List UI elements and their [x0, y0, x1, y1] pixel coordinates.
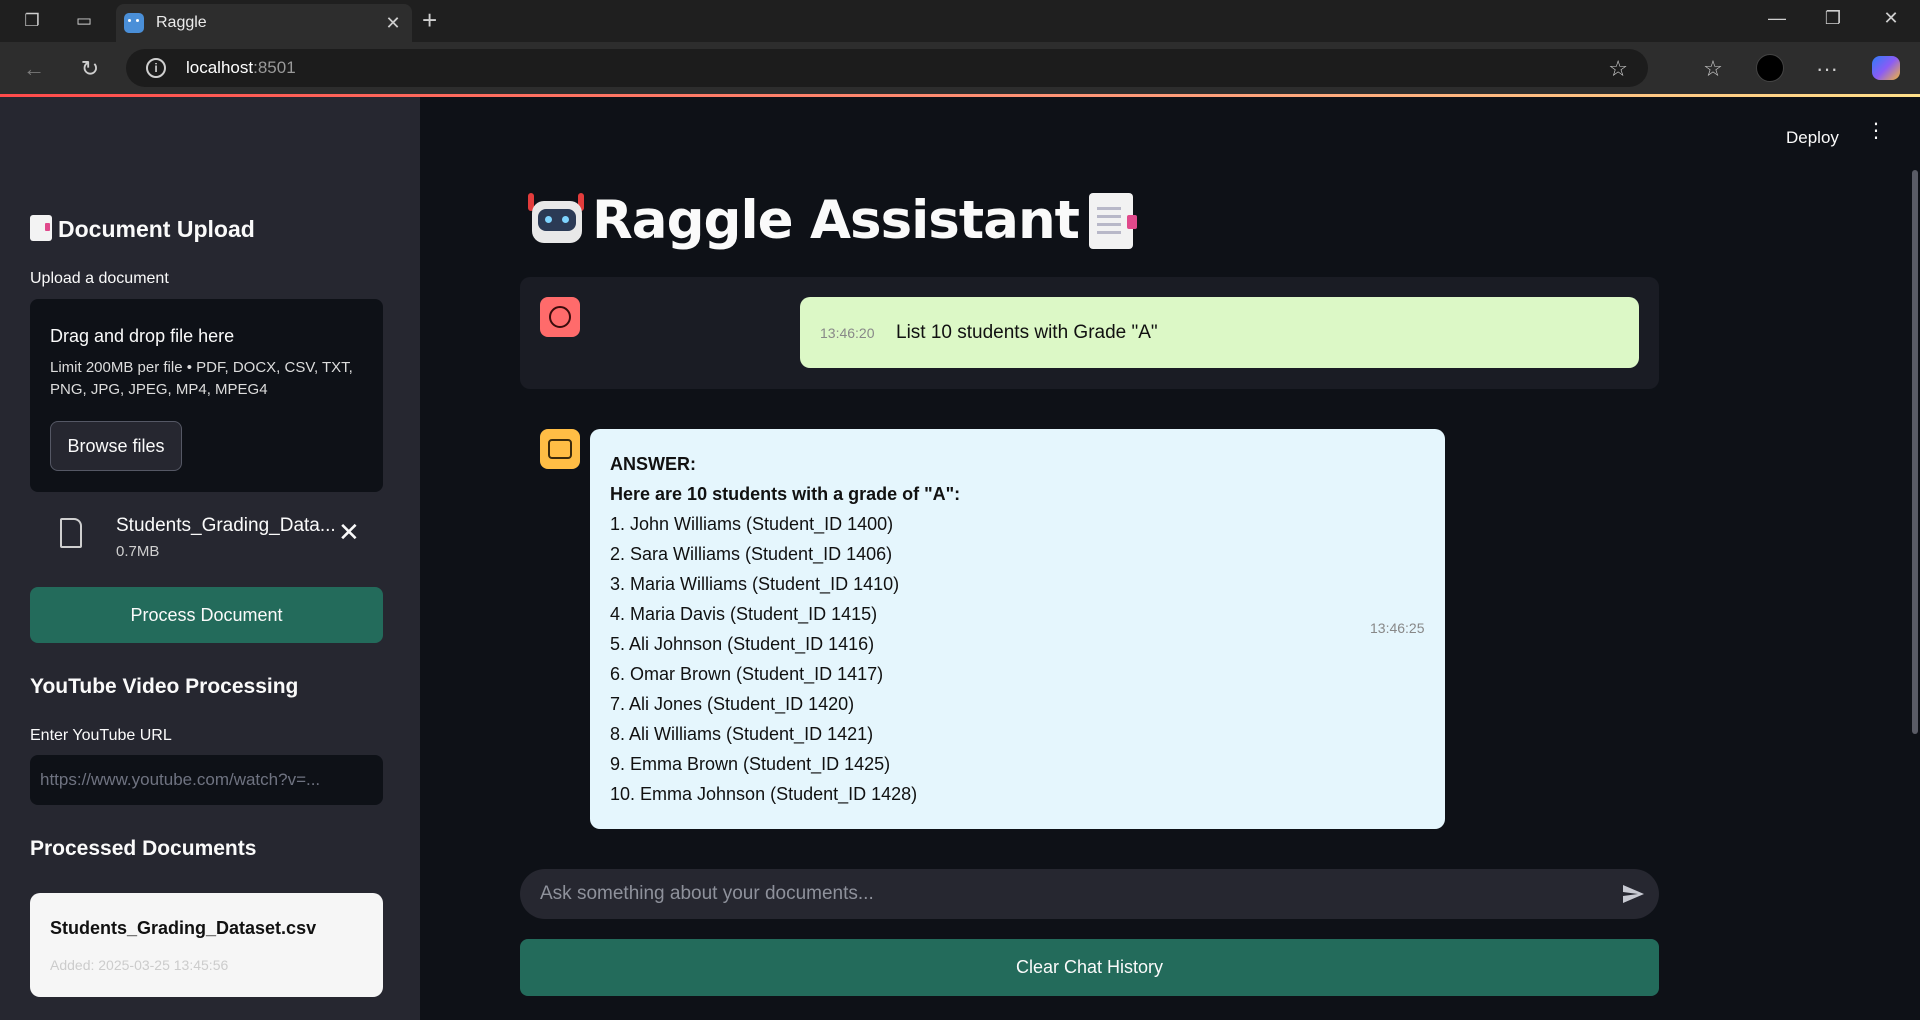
url-text: localhost:8501 [186, 58, 296, 77]
workspaces-icon[interactable]: ❐ [20, 9, 44, 33]
scrollbar[interactable] [1912, 170, 1918, 734]
robot-icon [528, 191, 584, 251]
minimize-icon[interactable]: — [1762, 8, 1792, 29]
bot-message-bubble: ANSWER: Here are 10 students with a grad… [590, 429, 1445, 829]
upload-label: Upload a document [30, 270, 169, 287]
answer-item: 5. Ali Johnson (Student_ID 1416) [610, 634, 875, 654]
browser-tab-raggle[interactable]: Raggle ✕ [116, 4, 412, 42]
processed-document-card[interactable]: Students_Grading_Dataset.csv Added: 2025… [30, 893, 383, 997]
raggle-favicon-icon [124, 13, 144, 33]
refresh-icon[interactable]: ↻ [76, 55, 104, 83]
chat-input-placeholder: Ask something about your documents... [540, 883, 874, 904]
profile-avatar[interactable] [1756, 54, 1784, 82]
browser-tabbar: ❐ ▭ Raggle ✕ + — ❐ ✕ [0, 0, 1920, 42]
dropzone-title: Drag and drop file here [50, 326, 235, 346]
bot-message-time: 13:46:25 [1370, 620, 1425, 636]
tab-title: Raggle [156, 14, 207, 31]
user-message-bubble: 13:46:20 List 10 students with Grade "A" [800, 297, 1639, 368]
more-menu-icon[interactable]: ··· [1813, 56, 1841, 82]
back-icon[interactable]: ← [20, 55, 48, 83]
restore-icon[interactable]: ❐ [1818, 8, 1848, 29]
youtube-heading: YouTube Video Processing [30, 675, 299, 698]
answer-item: 10. Emma Johnson (Student_ID 1428) [610, 784, 918, 804]
answer-intro: Here are 10 students with a grade of "A"… [610, 484, 961, 504]
site-info-icon[interactable]: i [146, 58, 166, 78]
answer-item: 8. Ali Williams (Student_ID 1421) [610, 724, 874, 744]
tab-actions-icon[interactable]: ▭ [72, 9, 96, 33]
answer-label: ANSWER: [610, 454, 696, 474]
bot-avatar-icon [540, 429, 580, 469]
new-tab-icon[interactable]: + [422, 7, 437, 33]
browser-toolbar: ← ↻ i localhost:8501 ☆ ☆ ··· [0, 42, 1920, 94]
document-icon [30, 215, 52, 241]
window-close-icon[interactable]: ✕ [1876, 8, 1906, 29]
page-title: Raggle Assistant [528, 190, 1138, 251]
answer-item: 2. Sara Williams (Student_ID 1406) [610, 544, 893, 564]
answer-item: 6. Omar Brown (Student_ID 1417) [610, 664, 884, 684]
processed-heading: Processed Documents [30, 837, 257, 860]
youtube-label: Enter YouTube URL [30, 727, 172, 744]
user-message-time: 13:46:20 [820, 325, 875, 341]
file-icon [60, 518, 82, 548]
chat-input[interactable]: Ask something about your documents... [520, 869, 1659, 919]
answer-item: 7. Ali Jones (Student_ID 1420) [610, 694, 855, 714]
answer-item: 1. John Williams (Student_ID 1400) [610, 514, 894, 534]
favorite-star-icon[interactable]: ☆ [1608, 56, 1628, 82]
user-avatar-icon [540, 297, 580, 337]
user-message-text: List 10 students with Grade "A" [896, 322, 1158, 343]
youtube-url-input[interactable]: https://www.youtube.com/watch?v=... [30, 755, 383, 805]
answer-item: 9. Emma Brown (Student_ID 1425) [610, 754, 891, 774]
uploaded-file: Students_Grading_Data... 0.7MB ✕ [30, 507, 383, 563]
uploaded-file-name: Students_Grading_Data... [116, 515, 336, 536]
close-tab-icon[interactable]: ✕ [382, 12, 404, 34]
upload-heading: Document Upload [30, 215, 255, 243]
uploaded-file-size: 0.7MB [116, 543, 160, 560]
processed-document-name: Students_Grading_Dataset.csv [50, 918, 317, 938]
answer-item: 4. Maria Davis (Student_ID 1415) [610, 604, 878, 624]
processed-document-date: Added: 2025-03-25 13:45:56 [50, 957, 229, 973]
address-bar[interactable]: i localhost:8501 ☆ [126, 49, 1648, 87]
main-menu-icon[interactable]: ⋮ [1866, 121, 1886, 141]
sidebar: Document Upload Upload a document Drag a… [0, 97, 420, 1020]
send-icon[interactable] [1621, 882, 1645, 906]
remove-file-icon[interactable]: ✕ [338, 519, 360, 545]
clear-chat-button[interactable]: Clear Chat History [520, 939, 1659, 996]
dropzone-limit: Limit 200MB per file • PDF, DOCX, CSV, T… [50, 359, 353, 398]
favorites-icon[interactable]: ☆ [1699, 56, 1727, 82]
deploy-button[interactable]: Deploy [1786, 128, 1839, 148]
process-document-button[interactable]: Process Document [30, 587, 383, 643]
document-page-icon [1089, 192, 1138, 249]
browse-files-button[interactable]: Browse files [50, 421, 182, 471]
answer-item: 3. Maria Williams (Student_ID 1410) [610, 574, 900, 594]
file-dropzone[interactable]: Drag and drop file here Limit 200MB per … [30, 299, 383, 492]
copilot-icon[interactable] [1872, 56, 1900, 80]
